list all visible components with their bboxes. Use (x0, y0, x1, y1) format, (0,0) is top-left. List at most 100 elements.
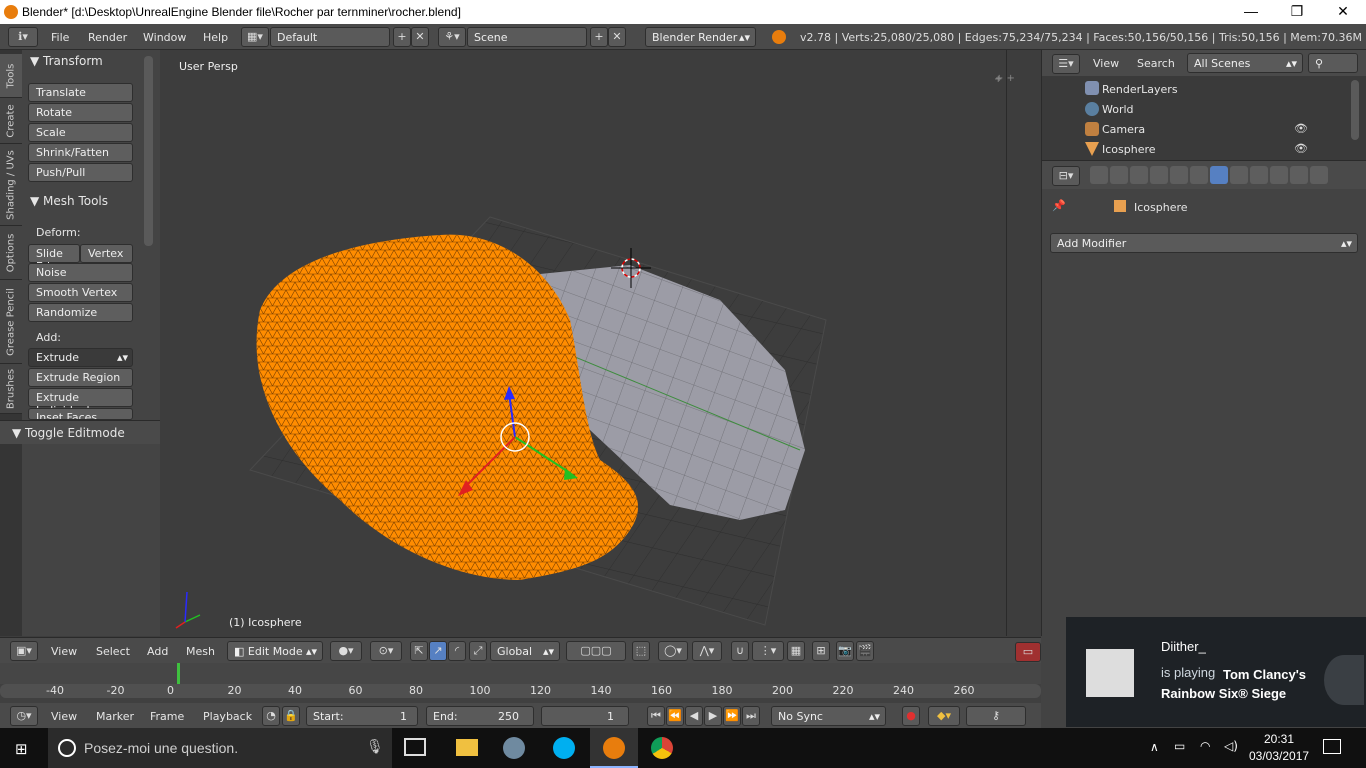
extrude-individual-button[interactable]: Extrude Individual (28, 388, 133, 417)
proportional-edit-icon[interactable]: ◯▾ (658, 641, 688, 661)
remove-scene-icon[interactable]: ✕ (608, 27, 626, 47)
manipulator-translate-icon[interactable]: ⇱ (410, 641, 428, 661)
data-tab-icon[interactable] (1230, 166, 1248, 184)
menu-file[interactable]: File (51, 31, 69, 44)
outliner-menu-view[interactable]: View (1093, 57, 1119, 70)
panel-toggle-editmode-header[interactable]: ▼ Toggle Editmode (0, 420, 160, 444)
translate-button[interactable]: Translate (28, 83, 133, 102)
start-frame-field[interactable]: Start: 1 (306, 706, 418, 726)
world-tab-icon[interactable] (1150, 166, 1168, 184)
timeline[interactable]: -40 -20 0 20 40 60 80 100 120 140 160 180 200 220 240 2… (0, 663, 1041, 703)
add-layout-icon[interactable]: + (393, 27, 411, 47)
outliner-search-input[interactable]: ⚲ (1308, 53, 1358, 73)
timeline-menu-playback[interactable]: Playback (203, 710, 252, 723)
outliner-filter-select[interactable]: All Scenes ▴▾ (1187, 53, 1303, 73)
windows-start-icon[interactable]: ⊞ (15, 740, 32, 758)
render-engine-select[interactable]: Blender Render ▴▾ (645, 27, 756, 47)
end-frame-field[interactable]: End: 250 (426, 706, 534, 726)
skype-icon[interactable] (553, 737, 575, 759)
material-tab-icon[interactable] (1250, 166, 1268, 184)
task-view-icon[interactable] (404, 738, 426, 756)
render-tab-icon[interactable] (1090, 166, 1108, 184)
microphone-icon[interactable]: 🎙 (366, 739, 384, 755)
snap-target-icon[interactable]: ▦ (787, 641, 805, 661)
scale-button[interactable]: Scale (28, 123, 133, 142)
timeline-menu-frame[interactable]: Frame (150, 710, 184, 723)
viewport-menu-add[interactable]: Add (147, 645, 168, 658)
manipulator-scale-icon[interactable]: ⤢ (469, 641, 487, 661)
region-expand-icon[interactable]: + + (995, 73, 1015, 84)
jump-end-icon[interactable]: ⏭ (742, 706, 760, 726)
occlude-geometry-icon[interactable]: ⬚ (632, 641, 650, 661)
keyframe-insert-icon[interactable]: ⚷ (966, 706, 1026, 726)
slide-vertex-button[interactable]: Vertex (80, 244, 133, 263)
snap-element-icon[interactable]: ⋮▾ (752, 641, 784, 661)
scene-field[interactable]: Scene (467, 27, 587, 47)
current-frame-indicator[interactable] (177, 663, 180, 684)
push-pull-button[interactable]: Push/Pull (28, 163, 133, 182)
preview-range-icon[interactable]: ◔ (262, 706, 280, 726)
scene-icon[interactable]: ⚘▾ (438, 27, 466, 47)
steam-notification[interactable]: Diither_ is playing Tom Clancy's Rainbow… (1066, 617, 1366, 727)
scene-tab-icon[interactable] (1130, 166, 1148, 184)
volume-icon[interactable]: ◁) (1224, 739, 1238, 753)
outliner-editor-icon[interactable]: ☰▾ (1052, 54, 1080, 74)
snap-magnet-icon[interactable]: ∪ (731, 641, 749, 661)
lock-icon[interactable]: 🔒 (282, 706, 300, 726)
file-explorer-icon[interactable] (456, 739, 478, 756)
add-modifier-select[interactable]: Add Modifier ▴▾ (1050, 233, 1358, 253)
restore-button[interactable]: ❐ (1274, 0, 1320, 24)
extrude-select[interactable]: Extrude ▴▾ (28, 348, 133, 367)
sync-select[interactable]: No Sync ▴▾ (771, 706, 886, 726)
chrome-icon[interactable] (651, 737, 673, 759)
play-reverse-icon[interactable]: ◀ (685, 706, 703, 726)
outliner-scrollbar[interactable] (1351, 80, 1359, 140)
3d-viewport[interactable]: User Persp (1) Icosphere + (160, 50, 1006, 636)
viewport-menu-select[interactable]: Select (96, 645, 130, 658)
tab-tools[interactable]: Tools (0, 54, 22, 98)
menu-render[interactable]: Render (88, 31, 127, 44)
physics-tab-icon[interactable] (1310, 166, 1328, 184)
manipulator-active-icon[interactable]: ↗ (429, 641, 447, 661)
action-center-icon[interactable] (1323, 739, 1341, 754)
texture-tab-icon[interactable] (1270, 166, 1288, 184)
wifi-icon[interactable]: ◠ (1200, 739, 1210, 753)
panel-mesh-tools-header[interactable]: ▼ Mesh Tools (30, 194, 108, 208)
menu-window[interactable]: Window (143, 31, 186, 44)
steam-app-icon[interactable] (503, 737, 525, 759)
layers-buttons[interactable]: ▢▢▢ (566, 641, 626, 661)
add-scene-icon[interactable]: + (590, 27, 608, 47)
particles-tab-icon[interactable] (1290, 166, 1308, 184)
toolshelf-scrollbar[interactable] (144, 56, 153, 246)
viewport-editor-icon[interactable]: ▣▾ (10, 641, 38, 661)
properties-editor-icon[interactable]: ⊟▾ (1052, 166, 1080, 186)
show-hidden-icons-icon[interactable]: ∧ (1150, 740, 1159, 754)
shrink-fatten-button[interactable]: Shrink/Fatten (28, 143, 133, 162)
screen-layout-icon[interactable]: ▦▾ (241, 27, 269, 47)
outliner-item-world[interactable]: World (1102, 103, 1134, 116)
orientation-select[interactable]: Global ▴▾ (490, 641, 560, 661)
render-preview-icon[interactable]: 📷 (836, 641, 854, 661)
pin-icon[interactable]: 📌 (1052, 199, 1066, 212)
inset-faces-button[interactable]: Inset Faces (28, 408, 133, 420)
keying-set-icon[interactable]: ◆▾ (928, 706, 960, 726)
randomize-button[interactable]: Randomize (28, 303, 133, 322)
jump-start-icon[interactable]: ⏮ (647, 706, 665, 726)
viewport-menu-mesh[interactable]: Mesh (186, 645, 215, 658)
manipulator-rotate-icon[interactable]: ◜ (448, 641, 466, 661)
blender-taskbar-button[interactable] (590, 728, 638, 768)
editor-type-info-icon[interactable]: ℹ▾ (8, 27, 38, 47)
record-icon[interactable]: ● (902, 706, 920, 726)
tab-options[interactable]: Options (0, 226, 22, 280)
panel-transform-header[interactable]: ▼ Transform (30, 54, 103, 68)
snap-project-icon[interactable]: ⊞ (812, 641, 830, 661)
visibility-eye-icon[interactable]: 👁 (1294, 142, 1308, 155)
close-button[interactable]: ✕ (1320, 0, 1366, 24)
minimize-button[interactable]: — (1228, 0, 1274, 24)
clock-time[interactable]: 20:31 (1249, 732, 1309, 746)
render-layers-tab-icon[interactable] (1110, 166, 1128, 184)
play-icon[interactable]: ▶ (704, 706, 722, 726)
tab-brushes[interactable]: Brushes (0, 364, 22, 414)
cortana-search-input[interactable]: Posez-moi une question. 🎙 (48, 728, 392, 768)
object-tab-icon[interactable] (1170, 166, 1188, 184)
